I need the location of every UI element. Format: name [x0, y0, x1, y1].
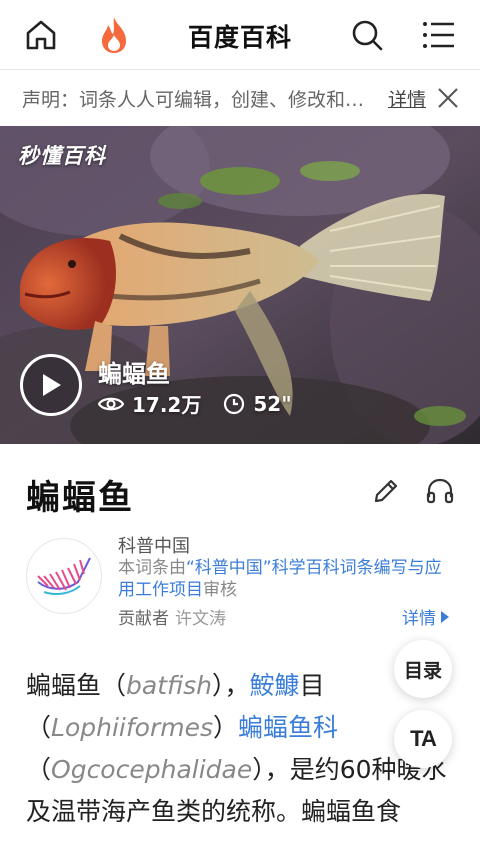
latin-family-name: Ogcocephalidae: [51, 755, 253, 784]
science-china-logo-icon: [37, 557, 91, 595]
triangle-right-icon: [441, 610, 449, 623]
ta-button[interactable]: TA: [394, 710, 452, 768]
play-icon: [43, 374, 61, 396]
pencil-icon[interactable]: [370, 475, 402, 507]
edit-disclaimer-bar: 声明：词条人人可编辑，创建、修改和认证均免费 详情: [0, 70, 480, 126]
duration-text: 52": [253, 391, 292, 416]
disclaimer-detail-link[interactable]: 详情: [388, 85, 426, 112]
eye-icon: [98, 397, 124, 410]
top-navigation-bar: 百度百科: [0, 0, 480, 70]
video-brand-logo: 秒懂百科: [18, 144, 106, 168]
contributor-name[interactable]: 许文涛: [175, 609, 226, 629]
summary-paragraph: 蝙蝠鱼（batfish），鮟鱇目（Lophiiformes）蝙蝠鱼科（Ogcoc…: [26, 665, 456, 833]
video-meta: 17.2万 52": [98, 389, 314, 418]
summary-text: （: [26, 755, 52, 784]
hot-button[interactable]: [93, 14, 135, 56]
review-detail-link[interactable]: 详情: [402, 604, 450, 629]
review-suffix: 审核: [203, 580, 237, 600]
video-views: 17.2万: [98, 389, 201, 418]
order-link[interactable]: 鮟鱇: [250, 671, 300, 700]
headphones-icon[interactable]: [424, 475, 456, 507]
reviewer-name[interactable]: 科普中国: [118, 532, 190, 558]
contributor-label: 贡献者: [118, 609, 169, 629]
menu-button[interactable]: [418, 14, 460, 56]
entry-title: 蝙蝠鱼: [26, 478, 134, 518]
flame-icon: [102, 17, 126, 53]
video-player[interactable]: 秒懂百科 蝙蝠鱼 17.2万 52": [0, 126, 480, 444]
contributor-line: 贡献者 许文涛: [118, 604, 226, 629]
latin-order-name: Lophiiformes: [51, 713, 213, 742]
summary-text: ），: [212, 671, 250, 700]
clock-icon: [224, 393, 245, 414]
family-link[interactable]: 蝙蝠鱼科: [238, 713, 338, 742]
play-button[interactable]: [20, 354, 82, 416]
summary-text: ）: [212, 713, 238, 742]
search-icon: [352, 20, 383, 51]
search-button[interactable]: [346, 14, 388, 56]
review-prefix: 本词条由: [118, 558, 186, 578]
review-statement: 本词条由“科普中国”科学百科词条编写与应用工作项目审核: [118, 557, 448, 601]
review-detail-label: 详情: [402, 609, 436, 629]
home-button[interactable]: [20, 14, 62, 56]
home-icon: [26, 20, 56, 50]
latin-name: batfish: [126, 671, 213, 700]
disclaimer-text: 声明：词条人人可编辑，创建、修改和认证均免费: [22, 89, 377, 111]
table-of-contents-button[interactable]: 目录: [394, 640, 452, 698]
menu-icon: [423, 22, 454, 48]
summary-text: 蝙蝠鱼（: [26, 671, 127, 700]
video-title: 蝙蝠鱼: [98, 360, 170, 388]
site-title[interactable]: 百度百科: [150, 18, 330, 54]
video-duration: 52": [223, 391, 292, 416]
reviewer-logo: [26, 538, 102, 614]
close-icon[interactable]: [436, 86, 460, 110]
view-count: 17.2万: [132, 393, 202, 417]
